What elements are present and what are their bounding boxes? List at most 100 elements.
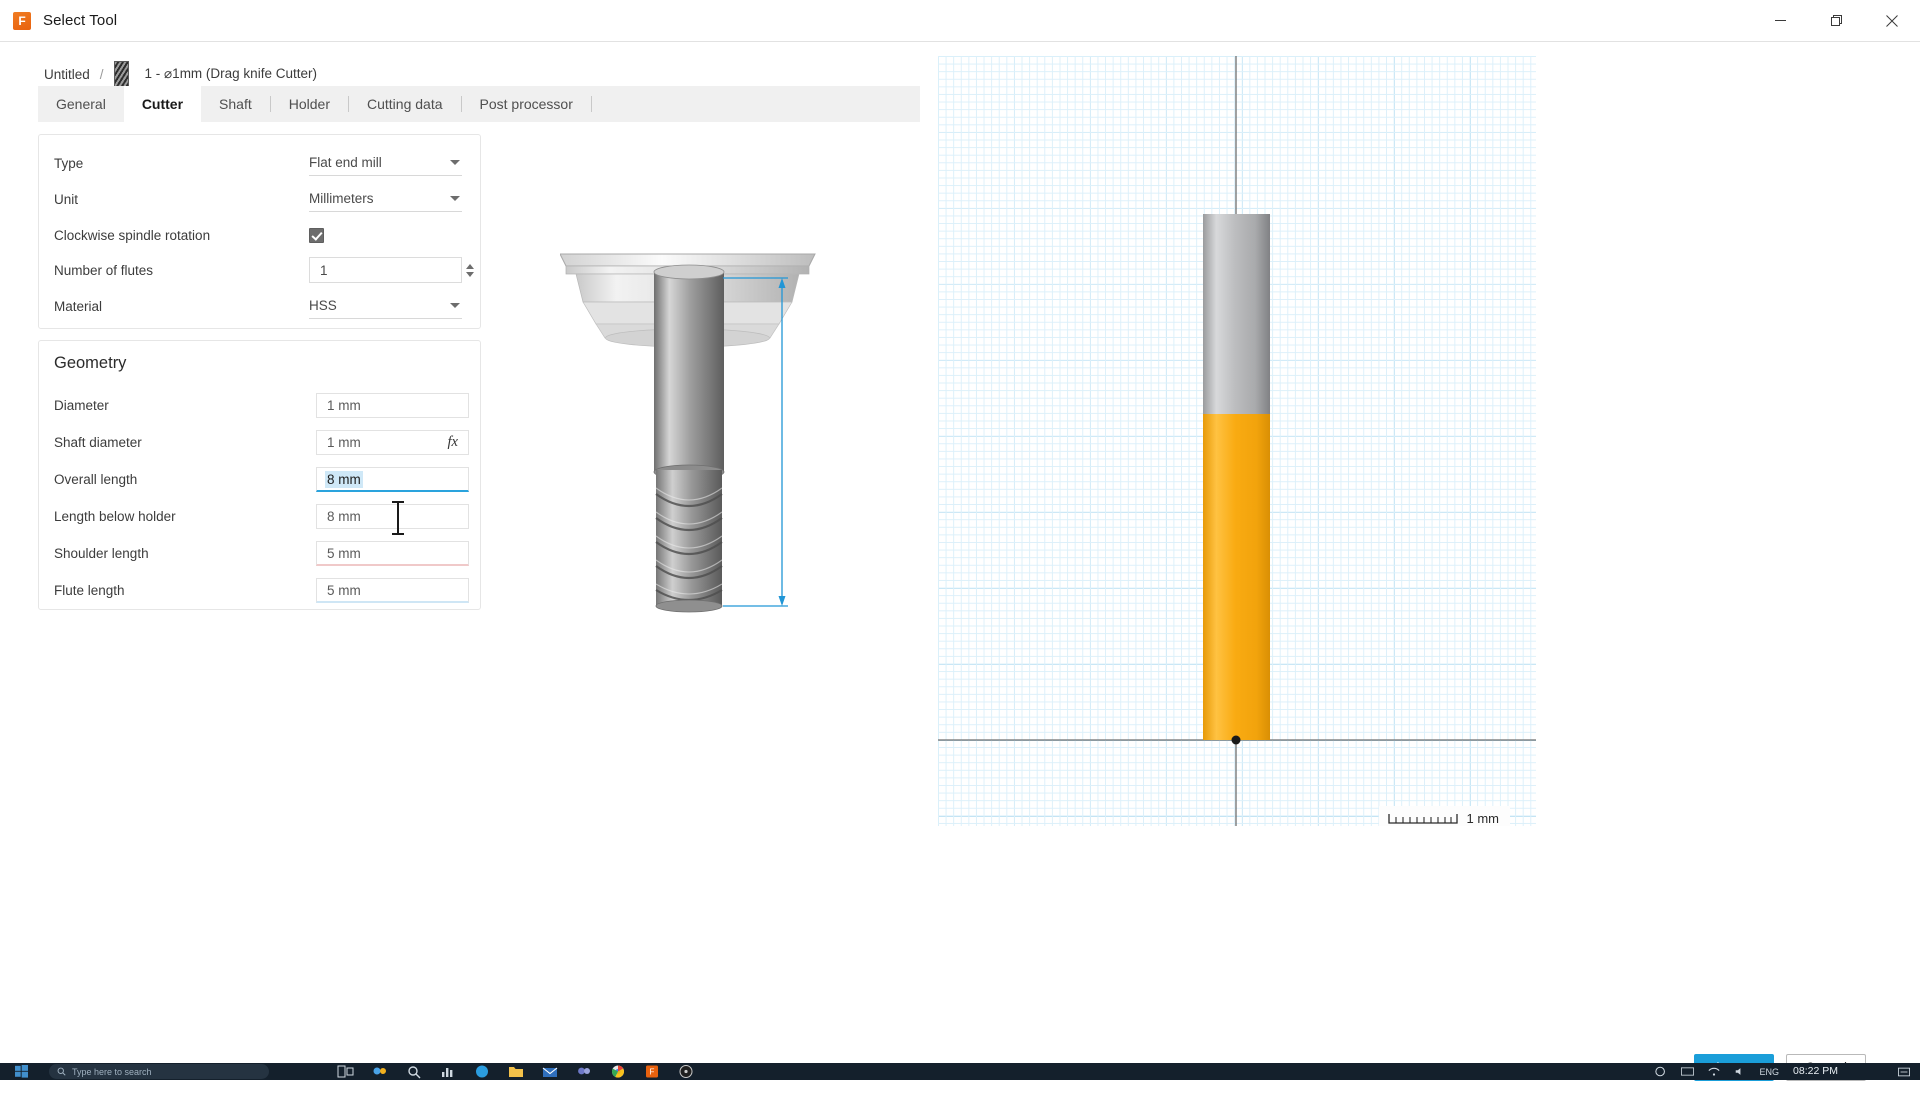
breadcrumb-current: 1 - ⌀1mm (Drag knife Cutter) (145, 66, 317, 82)
unit-select[interactable]: Millimeters (309, 186, 462, 212)
geometry-panel: Geometry Diameter 1 mm Shaft diameter 1 … (38, 340, 481, 610)
stepper-arrows[interactable] (466, 264, 474, 277)
diameter-input[interactable]: 1 mm (316, 393, 469, 418)
window-title-bar: Select Tool (0, 0, 1920, 42)
chart-app-icon[interactable] (438, 1063, 458, 1080)
scale-bar: 1 mm (1379, 806, 1511, 826)
volume-icon[interactable] (1734, 1066, 1746, 1077)
window-controls (1752, 0, 1920, 41)
language-indicator[interactable]: ENG (1760, 1067, 1780, 1077)
shaft-diameter-value: 1 mm (327, 435, 361, 450)
breadcrumb-separator: / (100, 67, 104, 82)
row-shoulder-length: Shoulder length 5 mm (39, 537, 482, 570)
tool-thumbnail-icon (114, 61, 129, 87)
tool-flute-graphic (656, 470, 722, 612)
label-number-of-flutes: Number of flutes (54, 263, 309, 278)
geometry-panel-title: Geometry (54, 354, 126, 373)
breadcrumb-root[interactable]: Untitled (44, 67, 90, 82)
tool-profile-viewport[interactable]: 1 mm (938, 56, 1536, 826)
chevron-down-icon (450, 160, 460, 165)
svg-text:F: F (650, 1068, 655, 1077)
tab-cutting-data[interactable]: Cutting data (349, 86, 461, 122)
ruler-icon (1388, 813, 1458, 825)
cloud-sync-icon[interactable] (1655, 1066, 1667, 1077)
shoulder-length-input[interactable]: 5 mm (316, 541, 469, 566)
label-material: Material (54, 299, 309, 314)
chevron-down-icon (450, 303, 460, 308)
keyboard-icon[interactable] (1681, 1066, 1694, 1077)
unit-value: Millimeters (309, 191, 374, 206)
row-diameter: Diameter 1 mm (39, 389, 482, 422)
tab-holder[interactable]: Holder (271, 86, 348, 122)
material-select[interactable]: HSS (309, 293, 462, 319)
material-value: HSS (309, 298, 337, 313)
profile-geometry (938, 56, 1536, 826)
stepper-down-icon[interactable] (466, 272, 474, 277)
clockwise-spindle-rotation-checkbox[interactable] (309, 228, 324, 243)
label-shaft-diameter: Shaft diameter (54, 435, 316, 450)
label-diameter: Diameter (54, 398, 316, 413)
network-icon[interactable] (1708, 1066, 1720, 1077)
row-shaft-diameter: Shaft diameter 1 mm fx (39, 426, 482, 459)
type-select[interactable]: Flat end mill (309, 150, 462, 176)
label-flute-length: Flute length (54, 583, 316, 598)
search-icon (57, 1067, 66, 1076)
file-explorer-icon[interactable] (506, 1063, 526, 1080)
notifications-icon[interactable] (1898, 1067, 1910, 1077)
label-overall-length: Overall length (54, 472, 316, 487)
tab-shaft[interactable]: Shaft (201, 86, 270, 122)
fusion-icon (13, 12, 31, 30)
tab-general[interactable]: General (38, 86, 124, 122)
label-shoulder-length: Shoulder length (54, 546, 316, 561)
tab-bar: General Cutter Shaft Holder Cutting data… (38, 86, 920, 122)
label-unit: Unit (54, 192, 309, 207)
taskbar-clock[interactable]: 08:22 PM (1793, 1066, 1838, 1077)
chrome-app-icon[interactable] (608, 1063, 628, 1080)
search-app-icon[interactable] (404, 1063, 424, 1080)
length-below-holder-value: 8 mm (327, 509, 361, 524)
tab-post-processor[interactable]: Post processor (462, 86, 591, 122)
row-overall-length: Overall length 8 mm (39, 463, 482, 496)
cutter-parameters-panel: Type Flat end mill Unit Millimeters Cloc… (38, 134, 481, 329)
tab-cutter[interactable]: Cutter (124, 86, 201, 122)
minimize-icon[interactable] (1752, 0, 1808, 41)
formula-fx-icon[interactable]: fx (448, 434, 458, 451)
clock-time: 08:22 PM (1793, 1065, 1838, 1077)
taskview-icon[interactable] (336, 1063, 356, 1080)
flute-length-input[interactable]: 5 mm (316, 578, 469, 603)
teams-app-icon[interactable] (574, 1063, 594, 1080)
shaft-diameter-input[interactable]: 1 mm fx (316, 430, 469, 455)
label-clockwise-spindle-rotation: Clockwise spindle rotation (54, 228, 309, 243)
number-of-flutes-input[interactable]: 1 (309, 257, 462, 283)
fusion-taskbar-icon[interactable]: F (642, 1063, 662, 1080)
close-icon[interactable] (1864, 0, 1920, 41)
diameter-value: 1 mm (327, 398, 361, 413)
type-value: Flat end mill (309, 155, 382, 170)
text-cursor (392, 501, 404, 535)
number-of-flutes-stepper[interactable]: 1 (309, 257, 474, 283)
restore-icon[interactable] (1808, 0, 1864, 41)
row-clockwise-spindle-rotation: Clockwise spindle rotation (39, 217, 482, 253)
taskbar-search-box[interactable]: Type here to search (49, 1064, 269, 1079)
tool-3d-preview[interactable] (560, 242, 900, 662)
media-app-icon[interactable] (676, 1063, 696, 1080)
profile-shaft (1203, 214, 1270, 414)
dialog-body: Untitled / 1 - ⌀1mm (Drag knife Cutter) … (0, 42, 1920, 1080)
edge-browser-icon[interactable] (472, 1063, 492, 1080)
windows-start-icon[interactable] (14, 1065, 29, 1078)
window-title: Select Tool (43, 12, 117, 29)
flute-length-value: 5 mm (327, 583, 361, 598)
windows-taskbar: Type here to search (0, 1063, 1920, 1080)
row-material: Material HSS (39, 288, 482, 324)
row-type: Type Flat end mill (39, 145, 482, 181)
mail-app-icon[interactable] (540, 1063, 560, 1080)
widgets-icon[interactable] (370, 1063, 390, 1080)
tool-tip-point (1232, 736, 1241, 745)
chevron-down-icon (450, 196, 460, 201)
shoulder-length-value: 5 mm (327, 546, 361, 561)
overall-length-value: 8 mm (325, 471, 363, 488)
row-length-below-holder: Length below holder 8 mm (39, 500, 482, 533)
profile-flute (1203, 414, 1270, 740)
stepper-up-icon[interactable] (466, 264, 474, 269)
overall-length-input[interactable]: 8 mm (316, 467, 469, 492)
